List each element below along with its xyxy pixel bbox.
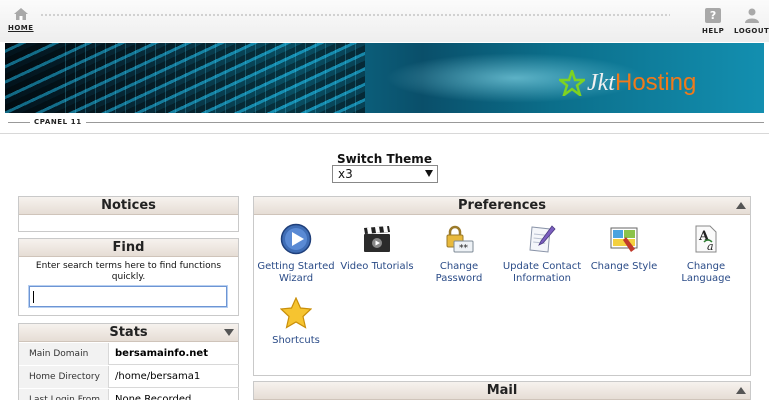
stats-header: Stats (19, 324, 238, 342)
style-icon (610, 227, 638, 252)
lock-icon: ** (446, 225, 474, 254)
pref-label: Update Contact Information (502, 261, 582, 284)
notices-box: Notices (18, 196, 239, 232)
mail-header: Mail (254, 382, 750, 400)
banner-grid-graphic (65, 43, 365, 113)
collapse-arrow-icon[interactable] (736, 202, 746, 209)
logo-text-hosting: Hosting (614, 69, 697, 96)
notices-header: Notices (19, 197, 238, 215)
cpanel-page: HOME ? HELP LOGOUT Jkt Hosting CPANEL 11… (0, 0, 769, 400)
pref-label: Change Style (590, 261, 658, 272)
mail-title: Mail (486, 383, 518, 398)
logo-text-jkt: Jkt (587, 69, 615, 96)
pref-video-tutorials[interactable]: Video Tutorials (335, 223, 419, 273)
find-header: Find (19, 239, 238, 257)
logout-link[interactable]: LOGOUT (734, 8, 769, 35)
preferences-box: Preferences Getting Started Wizard Video… (253, 196, 751, 376)
contact-edit-icon (529, 225, 556, 253)
switch-theme-title: Switch Theme (337, 152, 432, 166)
play-icon (280, 223, 312, 255)
stats-label: Main Domain (19, 343, 109, 365)
user-logout-icon (744, 8, 759, 23)
pref-change-language[interactable]: A a Change Language (664, 223, 748, 285)
find-search-input[interactable] (29, 286, 227, 307)
divider (8, 122, 764, 123)
theme-select[interactable]: x3 (332, 165, 438, 183)
collapse-arrow-icon[interactable] (224, 329, 234, 336)
help-icon: ? (705, 8, 722, 23)
text-caret (33, 291, 34, 303)
stats-label: Home Directory (19, 366, 109, 388)
home-icon (13, 8, 28, 20)
collapse-arrow-icon[interactable] (736, 387, 746, 394)
clapperboard-icon (364, 226, 390, 252)
home-label: HOME (8, 24, 34, 32)
cpanel-version-strip: CPANEL 11 (0, 114, 769, 134)
stats-value: /home/bersama1 (115, 371, 201, 382)
stats-row-home-directory: Home Directory /home/bersama1 (19, 366, 239, 388)
decorative-dots (40, 12, 670, 18)
jkthosting-logo: Jkt Hosting (559, 69, 696, 97)
find-box: Find Enter search terms here to find fun… (18, 238, 239, 316)
stats-row-main-domain: Main Domain bersamainfo.net (19, 343, 239, 365)
pref-label: Shortcuts (272, 335, 320, 346)
notices-title: Notices (101, 198, 156, 213)
stats-box: Stats Main Domain bersamainfo.net Home D… (18, 323, 239, 400)
stats-row-last-login: Last Login From None Recorded (19, 389, 239, 400)
pref-update-contact-information[interactable]: Update Contact Information (500, 223, 584, 285)
home-link[interactable]: HOME (8, 8, 34, 32)
top-bar: HOME ? HELP LOGOUT (0, 0, 769, 42)
preferences-header: Preferences (254, 197, 750, 215)
pref-shortcuts[interactable]: Shortcuts (254, 296, 338, 347)
find-description: Enter search terms here to find function… (35, 261, 222, 282)
stats-value: bersamainfo.net (115, 348, 208, 359)
pref-getting-started-wizard[interactable]: Getting Started Wizard (254, 223, 338, 285)
language-icon: A a (695, 225, 717, 253)
pref-label: Getting Started Wizard (257, 261, 335, 284)
stats-title: Stats (109, 325, 148, 340)
mail-box: Mail (253, 381, 751, 400)
star-logo-icon (559, 70, 585, 96)
logout-label: LOGOUT (734, 27, 769, 35)
pref-change-style[interactable]: Change Style (582, 223, 666, 273)
star-icon (279, 296, 313, 329)
cpanel-version-label: CPANEL 11 (30, 118, 86, 126)
help-label: HELP (702, 27, 725, 35)
pref-label: Change Language (681, 261, 731, 284)
pref-label: Video Tutorials (340, 261, 414, 272)
svg-text:a: a (707, 240, 714, 253)
stats-label: Last Login From (19, 389, 109, 400)
find-title: Find (112, 240, 145, 255)
stats-value: None Recorded (115, 394, 192, 400)
svg-text:**: ** (459, 244, 469, 254)
pref-change-password[interactable]: ** Change Password (417, 223, 501, 285)
preferences-title: Preferences (458, 198, 546, 213)
help-link[interactable]: ? HELP (702, 8, 724, 35)
pref-label: Change Password (435, 261, 483, 284)
theme-select-value: x3 (338, 167, 353, 181)
hosting-banner: Jkt Hosting (5, 43, 764, 113)
dropdown-arrow-icon (425, 170, 433, 177)
